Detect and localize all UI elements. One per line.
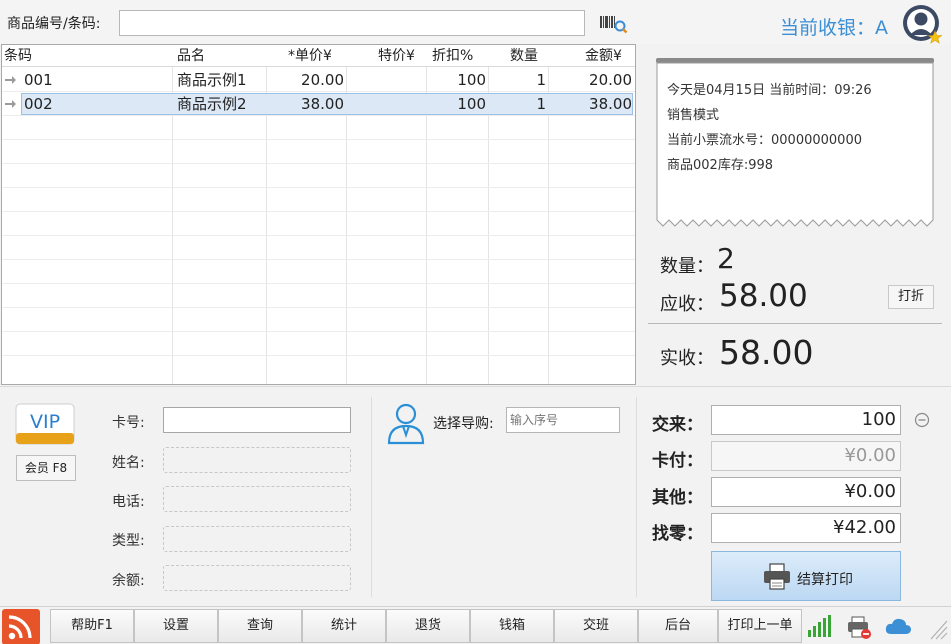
guide-label: 选择导购: (433, 416, 494, 432)
col-header-amount[interactable]: 金额¥ (585, 45, 622, 67)
qty-value: 2 (717, 242, 735, 275)
qty-label: 数量： (660, 256, 714, 277)
backend-button[interactable]: 后台 (638, 609, 718, 643)
col-header-price[interactable]: *单价¥ (288, 45, 332, 67)
col-header-code[interactable]: 条码 (4, 45, 32, 67)
paid-value: 58.00 (719, 333, 814, 372)
card-pay-field: ¥0.00 (711, 441, 901, 471)
cell-discount: 100 (457, 71, 486, 89)
change-label: 找零： (652, 524, 703, 544)
shift-handover-button[interactable]: 交班 (554, 609, 638, 643)
signal-icon (808, 615, 831, 637)
received-input[interactable]: 100 (711, 405, 901, 435)
minus-circle-icon[interactable] (914, 412, 930, 428)
cloud-icon[interactable] (884, 615, 912, 637)
other-pay-label: 其他： (652, 488, 703, 508)
receipt-serial: 当前小票流水号：00000000000 (667, 133, 862, 148)
discount-button[interactable]: 打折 (888, 285, 934, 309)
member-phone-field (163, 486, 351, 512)
cash-drawer-button[interactable]: 钱箱 (470, 609, 554, 643)
vip-icon: VIP (15, 403, 75, 445)
return-button[interactable]: 退货 (386, 609, 470, 643)
divider (636, 397, 637, 597)
table-row-selected[interactable]: 002 商品示例2 38.00 100 1 38.00 (2, 92, 635, 116)
cell-special (346, 92, 424, 116)
col-header-special[interactable]: 特价¥ (378, 45, 415, 67)
cell-qty: 1 (536, 95, 546, 113)
cell-amount: 20.00 (589, 71, 632, 89)
shop-guide-icon (387, 403, 425, 445)
col-header-qty[interactable]: 数量 (510, 45, 538, 67)
cell-price: 20.00 (301, 71, 344, 89)
reprint-last-button[interactable]: 打印上一单 (718, 609, 802, 643)
card-label: 卡号: (112, 415, 145, 431)
vip-text: VIP (30, 411, 60, 433)
cell-code: 002 (24, 95, 53, 113)
current-cashier: 当前收银：A (780, 17, 888, 39)
row-arrow-icon (5, 76, 16, 84)
cell-special (346, 68, 424, 92)
col-header-name[interactable]: 品名 (177, 45, 205, 67)
checkout-label: 结算打印 (797, 572, 853, 588)
checkout-print-button[interactable]: 结算打印 (711, 551, 901, 601)
type-label: 类型: (112, 533, 145, 549)
receipt-date-time: 今天是04月15日 当前时间：09:26 (667, 83, 872, 98)
lower-panel: VIP 会员 F8 卡号: 姓名: 电话: 类型: 余额: 选择导购: 交来： … (0, 386, 951, 606)
cell-amount: 38.00 (589, 95, 632, 113)
cell-name: 商品示例2 (177, 95, 247, 113)
bottom-toolbar: 帮助F1 设置 查询 统计 退货 钱箱 交班 后台 打印上一单 (0, 606, 951, 644)
rss-icon[interactable] (2, 609, 40, 644)
top-bar: 商品编号/条码: 当前收银：A (0, 0, 951, 44)
name-label: 姓名: (112, 455, 145, 471)
member-balance-field (163, 565, 351, 591)
help-button[interactable]: 帮助F1 (50, 609, 134, 643)
cell-qty: 1 (536, 71, 546, 89)
cell-discount: 100 (457, 95, 486, 113)
divider (648, 323, 942, 324)
guide-number-input[interactable] (506, 407, 620, 433)
member-type-field (163, 526, 351, 552)
summary-panel: 今天是04月15日 当前时间：09:26 销售模式 当前小票流水号：000000… (640, 44, 951, 385)
divider (371, 397, 372, 597)
barcode-scan-icon[interactable] (598, 12, 628, 34)
change-field: ¥42.00 (711, 513, 901, 543)
cell-price: 38.00 (301, 95, 344, 113)
resize-grip-icon[interactable] (928, 617, 948, 641)
cell-name: 商品示例1 (177, 71, 247, 89)
receipt-info: 今天是04月15日 当前时间：09:26 销售模式 当前小票流水号：000000… (656, 58, 934, 232)
col-header-discount[interactable]: 折扣% (432, 45, 473, 67)
row-arrow-icon (5, 100, 16, 108)
receipt-mode: 销售模式 (667, 108, 720, 123)
product-grid[interactable]: 条码 品名 *单价¥ 特价¥ 折扣% 数量 金额¥ 001 商品示例1 20.0… (1, 44, 636, 385)
member-button[interactable]: 会员 F8 (16, 455, 76, 481)
received-label: 交来： (652, 415, 703, 435)
query-button[interactable]: 查询 (218, 609, 302, 643)
barcode-search-input[interactable] (119, 10, 585, 36)
due-value: 58.00 (719, 278, 808, 314)
phone-label: 电话: (112, 494, 145, 510)
card-pay-label: 卡付： (652, 451, 703, 471)
printer-icon (764, 563, 790, 590)
member-name-field (163, 447, 351, 473)
statistics-button[interactable]: 统计 (302, 609, 386, 643)
user-avatar-icon[interactable] (902, 4, 942, 44)
paid-label: 实收： (660, 348, 714, 369)
settings-button[interactable]: 设置 (134, 609, 218, 643)
cell-code: 001 (24, 71, 53, 89)
grid-header: 条码 品名 *单价¥ 特价¥ 折扣% 数量 金额¥ (2, 45, 635, 67)
card-number-input[interactable] (163, 407, 351, 433)
receipt-stock: 商品002库存:998 (667, 158, 774, 173)
search-label: 商品编号/条码: (7, 16, 101, 32)
other-pay-input[interactable]: ¥0.00 (711, 477, 901, 507)
balance-label: 余额: (112, 573, 145, 589)
due-label: 应收： (660, 294, 714, 315)
table-row[interactable]: 001 商品示例1 20.00 100 1 20.00 (2, 68, 635, 92)
print-status-icon[interactable] (846, 614, 872, 640)
